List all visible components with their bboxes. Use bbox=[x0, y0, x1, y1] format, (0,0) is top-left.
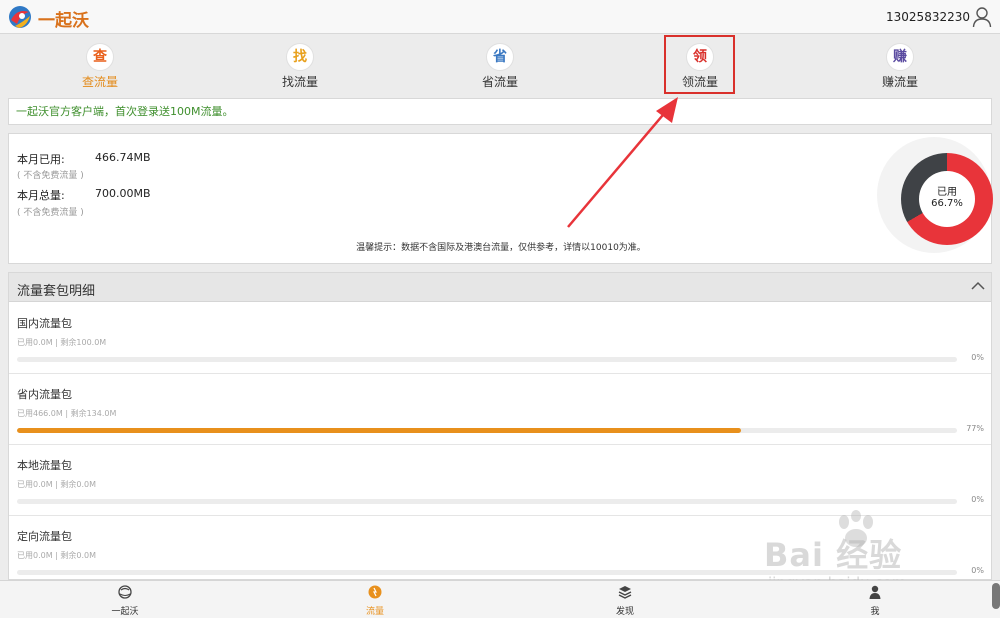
nav-find-traffic[interactable]: 找 找流量 bbox=[200, 34, 400, 94]
user-phone-number[interactable]: 13025832230 bbox=[886, 10, 970, 24]
globe-icon bbox=[118, 585, 132, 599]
traffic-icon bbox=[368, 585, 382, 599]
find-traffic-icon: 找 bbox=[286, 43, 314, 71]
total-label: 本月总量: bbox=[17, 189, 65, 202]
donut-label: 已用 bbox=[937, 187, 957, 198]
user-profile-icon[interactable] bbox=[972, 6, 992, 28]
nav-find-traffic-label: 找流量 bbox=[281, 75, 318, 89]
package-progress-fill bbox=[17, 428, 741, 433]
tab-traffic[interactable]: 流量 bbox=[250, 581, 500, 618]
nav-check-traffic[interactable]: 查 查流量 bbox=[0, 34, 200, 94]
annotation-highlight-box bbox=[664, 35, 735, 94]
tab-home-label: 一起沃 bbox=[111, 607, 139, 617]
donut-percent: 66.7% bbox=[931, 198, 963, 209]
package-name: 本地流量包 bbox=[17, 459, 72, 472]
package-name: 国内流量包 bbox=[17, 317, 72, 330]
package-details-title: 流量套包明细 bbox=[17, 284, 96, 299]
package-row-local: 本地流量包 已用0.0M | 剩余0.0M 0% bbox=[9, 445, 991, 516]
app-header: 一起沃 13025832230 bbox=[0, 0, 1000, 34]
package-meta: 已用466.0M | 剩余134.0M bbox=[17, 409, 117, 418]
nav-check-traffic-label: 查流量 bbox=[81, 75, 118, 89]
chevron-up-icon[interactable] bbox=[971, 281, 985, 291]
person-icon bbox=[869, 585, 881, 599]
package-progress-track bbox=[17, 357, 957, 362]
package-details-panel: 流量套包明细 国内流量包 已用0.0M | 剩余100.0M 0% 省内流量包 … bbox=[8, 272, 992, 580]
used-note: ( 不含免费流量 ) bbox=[17, 171, 84, 181]
used-value: 466.74MB bbox=[95, 151, 151, 164]
package-row-provincial: 省内流量包 已用466.0M | 剩余134.0M 77% bbox=[9, 374, 991, 445]
package-percent: 0% bbox=[971, 566, 984, 575]
package-percent: 77% bbox=[966, 424, 984, 433]
nav-save-traffic-label: 省流量 bbox=[481, 75, 518, 89]
nav-earn-traffic-label: 赚流量 bbox=[881, 75, 918, 89]
nav-earn-traffic[interactable]: 赚 赚流量 bbox=[800, 34, 1000, 94]
promo-notice: 一起沃官方客户端，首次登录送100M流量。 bbox=[8, 98, 992, 125]
package-progress-track bbox=[17, 570, 957, 575]
discover-icon bbox=[618, 586, 632, 599]
tab-discover-label: 发现 bbox=[615, 607, 634, 617]
package-meta: 已用0.0M | 剩余100.0M bbox=[17, 338, 107, 347]
package-row-directed: 定向流量包 已用0.0M | 剩余0.0M 0% bbox=[9, 516, 991, 579]
package-row-domestic: 国内流量包 已用0.0M | 剩余100.0M 0% bbox=[9, 303, 991, 374]
tab-me-label: 我 bbox=[870, 607, 880, 617]
used-label: 本月已用: bbox=[17, 153, 65, 166]
total-note: ( 不含免费流量 ) bbox=[17, 208, 84, 218]
package-name: 定向流量包 bbox=[17, 530, 72, 543]
package-progress-track bbox=[17, 499, 957, 504]
package-details-header[interactable]: 流量套包明细 bbox=[9, 273, 991, 302]
package-name: 省内流量包 bbox=[17, 388, 72, 401]
scroll-handle[interactable] bbox=[992, 583, 1000, 609]
total-value: 700.00MB bbox=[95, 187, 151, 200]
nav-save-traffic[interactable]: 省 省流量 bbox=[400, 34, 600, 94]
bottom-tab-bar: 一起沃 流量 发现 我 bbox=[0, 580, 1000, 618]
donut-center: 已用 66.7% bbox=[919, 171, 975, 227]
package-percent: 0% bbox=[971, 495, 984, 504]
package-meta: 已用0.0M | 剩余0.0M bbox=[17, 551, 97, 560]
check-traffic-icon: 查 bbox=[86, 43, 114, 71]
monthly-usage-panel: 本月已用: 466.74MB ( 不含免费流量 ) 本月总量: 700.00MB… bbox=[8, 133, 993, 264]
tab-me[interactable]: 我 bbox=[750, 581, 1000, 618]
usage-tip: 温馨提示：数据不含国际及港澳台流量，仅供参考，详情以10010为准。 bbox=[356, 243, 646, 253]
app-logo-icon bbox=[9, 6, 31, 28]
save-traffic-icon: 省 bbox=[486, 43, 514, 71]
package-percent: 0% bbox=[971, 353, 984, 362]
earn-traffic-icon: 赚 bbox=[886, 43, 914, 71]
package-meta: 已用0.0M | 剩余0.0M bbox=[17, 480, 97, 489]
package-progress-track bbox=[17, 428, 957, 433]
tab-traffic-label: 流量 bbox=[365, 607, 384, 617]
app-logo-text: 一起沃 bbox=[38, 11, 89, 31]
tab-home[interactable]: 一起沃 bbox=[0, 581, 250, 618]
top-navigation: 查 查流量 找 找流量 省 省流量 领 领流量 赚 赚流量 bbox=[0, 34, 1000, 94]
tab-discover[interactable]: 发现 bbox=[500, 581, 750, 618]
